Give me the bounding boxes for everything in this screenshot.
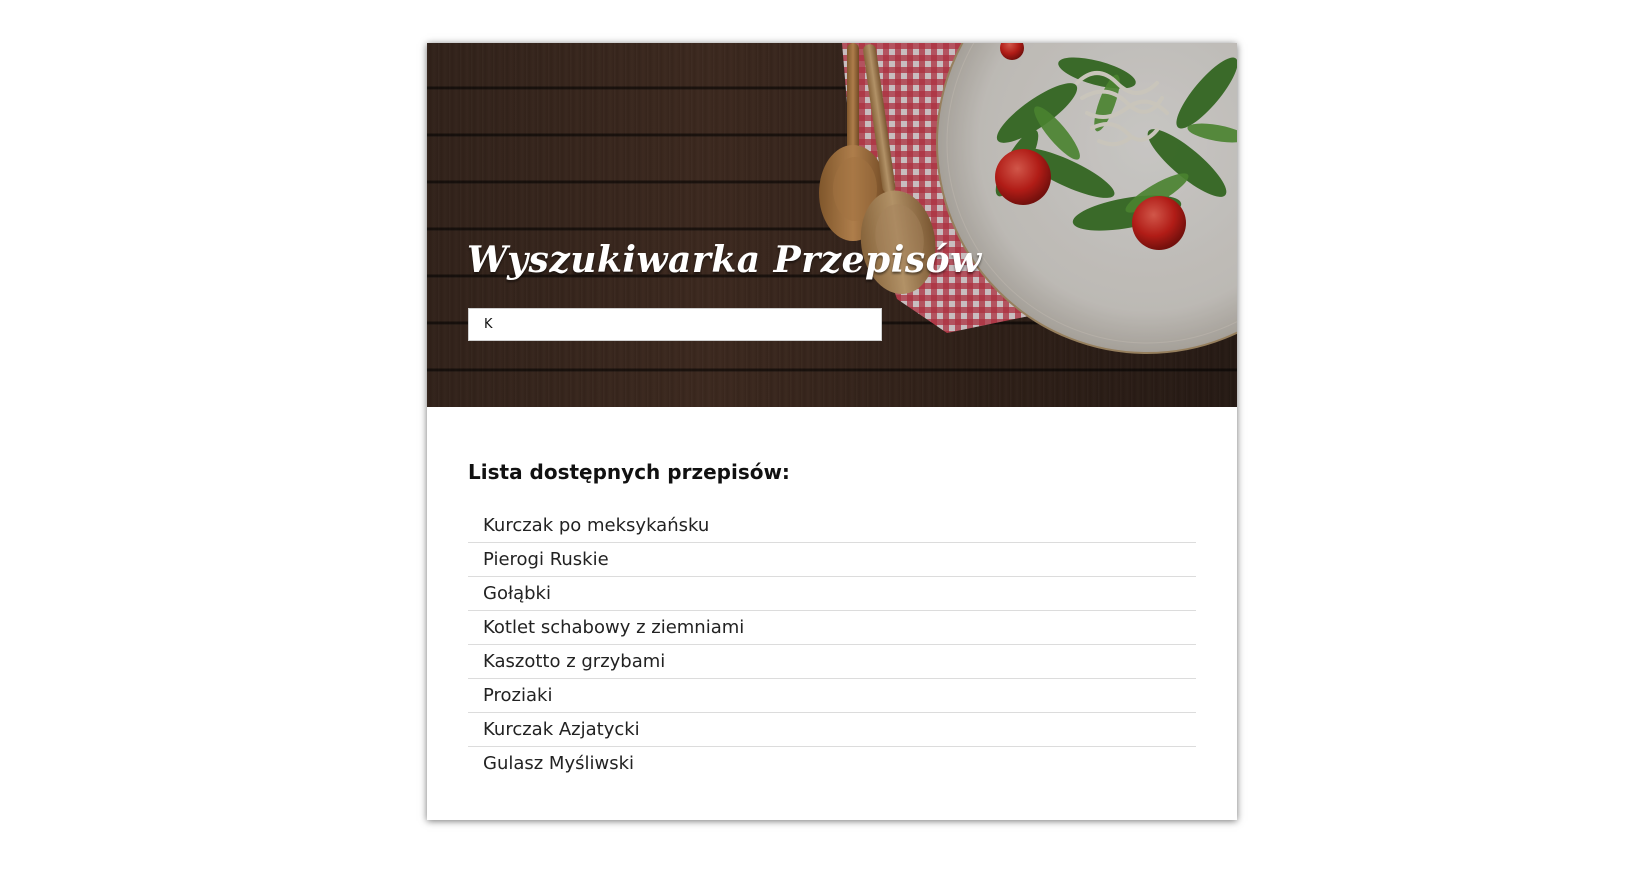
recipe-list-item[interactable]: Kurczak po meksykańsku (468, 509, 1196, 543)
recipe-list-item[interactable]: Proziaki (468, 679, 1196, 713)
recipe-list-section: Lista dostępnych przepisów: Kurczak po m… (468, 455, 1196, 780)
recipe-list-item[interactable]: Gulasz Myśliwski (468, 747, 1196, 780)
page-title: Wyszukiwarka Przepisów (467, 239, 982, 281)
recipe-list-item[interactable]: Kurczak Azjatycki (468, 713, 1196, 747)
recipe-list-item[interactable]: Gołąbki (468, 577, 1196, 611)
recipe-list-item[interactable]: Pierogi Ruskie (468, 543, 1196, 577)
recipe-list-item[interactable]: Kaszotto z grzybami (468, 645, 1196, 679)
recipe-card: Wyszukiwarka Przepisów Lista dostępnych … (427, 43, 1237, 820)
recipe-list: Kurczak po meksykańsku Pierogi Ruskie Go… (468, 509, 1196, 780)
hero-banner: Wyszukiwarka Przepisów (427, 43, 1237, 407)
recipe-list-heading: Lista dostępnych przepisów: (468, 460, 790, 484)
search-input[interactable] (468, 308, 882, 341)
salad-plate-with-wooden-spoons-image (427, 43, 1237, 407)
recipe-list-item[interactable]: Kotlet schabowy z ziemniami (468, 611, 1196, 645)
